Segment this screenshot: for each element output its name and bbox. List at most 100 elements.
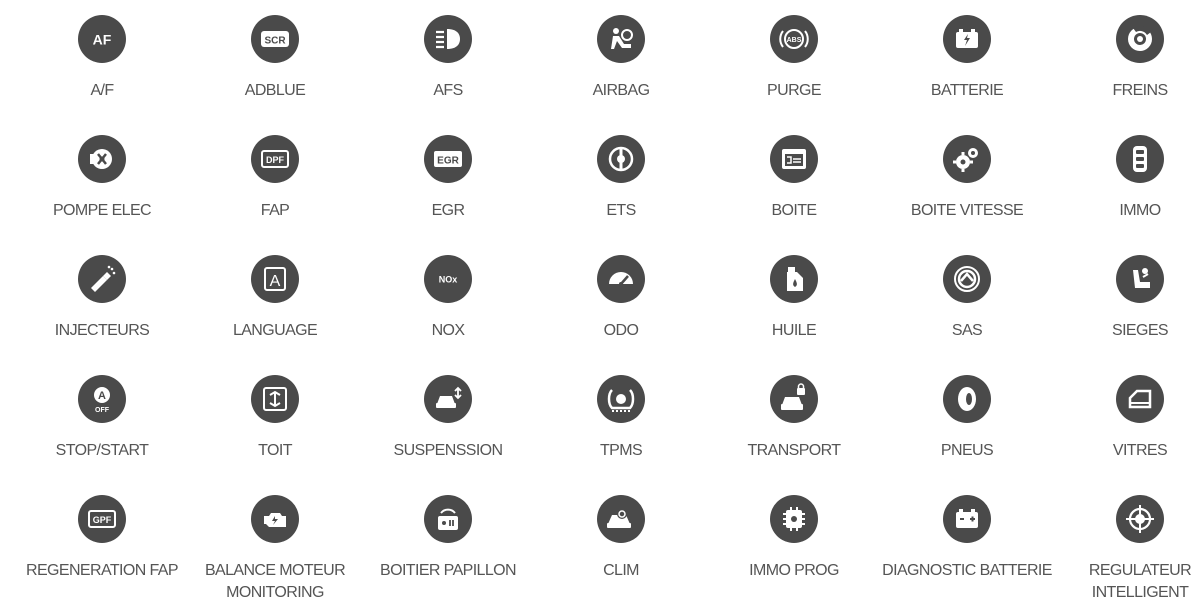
abs-icon: ABS — [770, 15, 818, 63]
function-tile[interactable]: NOx NOX — [363, 240, 533, 360]
svg-text:SCR: SCR — [264, 36, 286, 47]
function-tile[interactable]: SUSPENSSION — [363, 360, 533, 480]
car-lock-icon — [770, 375, 818, 423]
battery-charge-icon — [943, 15, 991, 63]
engine-icon — [251, 495, 299, 543]
nox-badge-icon: NOx — [424, 255, 472, 303]
function-label: FREINS — [1112, 82, 1168, 99]
function-tile[interactable]: IMMO — [1055, 120, 1203, 240]
function-tile[interactable]: EGR EGR — [363, 120, 533, 240]
function-label: DIAGNOSTIC BATTERIE — [882, 562, 1052, 579]
function-label: PURGE — [767, 82, 822, 99]
function-label: VITRES — [1112, 442, 1168, 459]
function-tile[interactable]: PNEUS — [882, 360, 1052, 480]
function-tile[interactable]: AIRBAG — [536, 0, 706, 120]
function-label: PNEUS — [940, 442, 994, 459]
ac-car-icon — [597, 495, 645, 543]
function-tile[interactable]: ODO — [536, 240, 706, 360]
function-label: AIRBAG — [592, 82, 650, 99]
window-icon — [1116, 375, 1164, 423]
cruise-target-icon — [1116, 495, 1164, 543]
function-tile[interactable]: SAS — [882, 240, 1052, 360]
function-tile[interactable]: BATTERIE — [882, 0, 1052, 120]
svg-text:ABS: ABS — [787, 37, 802, 44]
function-label: POMPE ELEC — [52, 202, 152, 219]
car-key-icon — [1116, 135, 1164, 183]
speedometer-icon — [597, 255, 645, 303]
function-tile[interactable]: CLIM — [536, 480, 706, 600]
function-tile[interactable]: TPMS — [536, 360, 706, 480]
tpms-icon — [597, 375, 645, 423]
function-tile[interactable]: AF A/F — [17, 0, 187, 120]
function-tile[interactable]: INJECTEURS — [17, 240, 187, 360]
language-icon: A — [251, 255, 299, 303]
ets-icon — [597, 135, 645, 183]
pump-icon — [78, 135, 126, 183]
dpf-badge-icon: DPF — [251, 135, 299, 183]
function-label: ADBLUE — [244, 82, 306, 99]
chip-icon — [770, 495, 818, 543]
svg-text:A: A — [98, 390, 106, 402]
function-tile[interactable]: IMMO PROG — [709, 480, 879, 600]
svg-text:GPF: GPF — [93, 515, 112, 525]
function-tile[interactable]: BOITE VITESSE — [882, 120, 1052, 240]
headlight-icon — [424, 15, 472, 63]
function-tile[interactable]: DPF FAP — [190, 120, 360, 240]
gears-icon — [943, 135, 991, 183]
oil-can-icon — [770, 255, 818, 303]
af-badge-icon: AF — [78, 15, 126, 63]
function-tile[interactable]: VITRES — [1055, 360, 1203, 480]
function-tile[interactable]: GPF REGENERATION FAP — [17, 480, 187, 600]
function-tile[interactable]: BALANCE MOTEUR MONITORING — [190, 480, 360, 601]
stop-start-icon: A OFF — [78, 375, 126, 423]
function-tile[interactable]: ABS PURGE — [709, 0, 879, 120]
function-tile[interactable]: A OFF STOP/START — [17, 360, 187, 480]
function-tile[interactable]: REGULATEUR INTELLIGENT — [1055, 480, 1203, 601]
function-label: TPMS — [599, 442, 643, 459]
function-label: FAP — [260, 202, 290, 219]
function-label: BOITE — [771, 202, 817, 219]
function-label: NOX — [431, 322, 465, 339]
function-tile[interactable]: SIEGES — [1055, 240, 1203, 360]
function-label: SIEGES — [1112, 322, 1169, 339]
function-label: ODO — [603, 322, 639, 339]
injector-icon — [78, 255, 126, 303]
sunroof-icon — [251, 375, 299, 423]
function-tile[interactable]: BOITIER PAPILLON — [363, 480, 533, 600]
seat-icon — [1116, 255, 1164, 303]
function-label: LANGUAGE — [232, 322, 318, 339]
function-tile[interactable]: AFS — [363, 0, 533, 120]
function-tile[interactable]: HUILE — [709, 240, 879, 360]
function-label: BOITE VITESSE — [910, 202, 1024, 219]
function-tile[interactable]: ETS — [536, 120, 706, 240]
airbag-icon — [597, 15, 645, 63]
svg-text:OFF: OFF — [95, 407, 110, 414]
egr-badge-icon: EGR — [424, 135, 472, 183]
svg-text:NOx: NOx — [439, 275, 458, 285]
svg-text:DPF: DPF — [266, 155, 285, 165]
throttle-icon — [424, 495, 472, 543]
function-tile[interactable]: FREINS — [1055, 0, 1203, 120]
svg-text:AF: AF — [93, 32, 112, 48]
function-tile[interactable]: TRANSPORT — [709, 360, 879, 480]
function-tile[interactable]: DIAGNOSTIC BATTERIE — [882, 480, 1052, 600]
function-tile[interactable]: A LANGUAGE — [190, 240, 360, 360]
function-label: TRANSPORT — [747, 442, 842, 459]
steering-angle-icon — [943, 255, 991, 303]
function-label: CLIM — [603, 562, 639, 579]
brake-disc-icon — [1116, 15, 1164, 63]
function-tile[interactable]: POMPE ELEC — [17, 120, 187, 240]
gearbox-screen-icon — [770, 135, 818, 183]
function-label: REGULATEUR INTELLIGENT — [1088, 562, 1192, 601]
function-tile[interactable]: BOITE — [709, 120, 879, 240]
svg-text:EGR: EGR — [437, 156, 459, 167]
function-label: TOIT — [258, 442, 292, 459]
function-label: A/F — [90, 82, 114, 99]
function-tile[interactable]: TOIT — [190, 360, 360, 480]
function-tile[interactable]: SCR ADBLUE — [190, 0, 360, 120]
function-label: EGR — [431, 202, 465, 219]
function-label: INJECTEURS — [54, 322, 150, 339]
function-label: SUSPENSSION — [393, 442, 504, 459]
function-label: IMMO — [1119, 202, 1161, 219]
function-label: BALANCE MOTEUR MONITORING — [204, 562, 346, 601]
